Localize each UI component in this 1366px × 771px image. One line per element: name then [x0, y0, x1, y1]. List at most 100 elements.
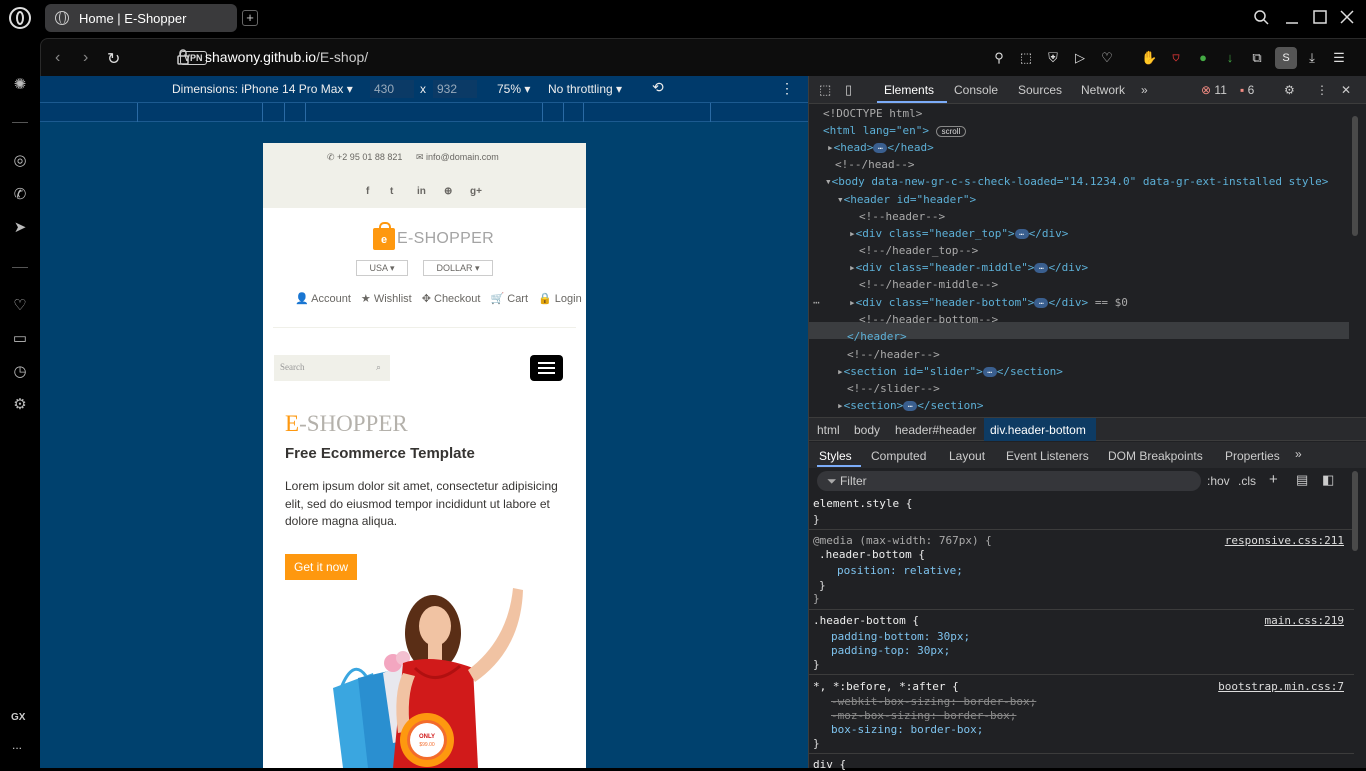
inspect-element-icon[interactable]: ⬚	[819, 82, 831, 98]
tab-sources[interactable]: Sources	[1018, 83, 1062, 97]
minimize-icon[interactable]	[1285, 9, 1299, 30]
twitter-icon[interactable]: t	[390, 186, 393, 197]
emulated-page[interactable]: ✆ +2 95 01 88 821 ✉ info@domain.com f t …	[263, 143, 586, 768]
telegram-icon[interactable]: ➤	[11, 219, 29, 237]
styles-scrollbar[interactable]	[1352, 471, 1358, 551]
snapshot-icon[interactable]: ⬚	[1018, 50, 1034, 66]
rule-source-link[interactable]: responsive.css:211	[1225, 534, 1344, 547]
wallet-icon[interactable]: ▭	[11, 330, 29, 348]
rule-element-style[interactable]: element.style { }	[809, 494, 1354, 530]
breadcrumb-body[interactable]: body	[854, 423, 880, 437]
more-tabs-icon[interactable]: »	[1295, 447, 1302, 461]
computed-styles-icon[interactable]: ▤	[1296, 472, 1308, 488]
settings-icon[interactable]: ⚙	[1284, 83, 1295, 97]
rule-universal[interactable]: *, *:before, *:after { bootstrap.min.css…	[809, 675, 1354, 754]
dom-header[interactable]: ▾<header id="header">	[837, 193, 976, 206]
dom-div-header-middle[interactable]: ▸<div class="header-middle">… </div>	[849, 261, 1088, 274]
styles-filter-input[interactable]: ⏷ Filter	[817, 471, 1201, 491]
dom-body[interactable]: ▾<body data-new-gr-c-s-check-loaded="14.…	[825, 175, 1328, 188]
hov-toggle[interactable]: :hov	[1207, 474, 1230, 488]
currency-unit-dropdown[interactable]: DOLLAR ▾	[423, 260, 493, 276]
account-link[interactable]: 👤 Account	[295, 292, 351, 305]
extension-globe-icon[interactable]: ●	[1195, 50, 1211, 66]
dom-comment[interactable]: <!--/header-middle-->	[859, 278, 998, 291]
cls-toggle[interactable]: .cls	[1238, 474, 1256, 488]
zoom-dropdown[interactable]: 75% ▾	[497, 82, 530, 96]
download-icon[interactable]: ⤓	[1304, 50, 1320, 66]
get-it-now-button[interactable]: Get it now	[285, 554, 357, 580]
browser-tab[interactable]: Home | E-Shopper	[45, 4, 237, 32]
tab-properties[interactable]: Properties	[1225, 449, 1280, 463]
tab-dom-breakpoints[interactable]: DOM Breakpoints	[1108, 449, 1203, 463]
rule-header-bottom[interactable]: .header-bottom { main.css:219 padding-bo…	[809, 610, 1354, 675]
device-toggle-icon[interactable]: ▯	[845, 82, 852, 98]
dom-comment[interactable]: <!--/header-bottom-->	[859, 313, 998, 326]
rule-property[interactable]: position: relative;	[837, 564, 963, 577]
play-icon[interactable]: ▷	[1072, 50, 1088, 66]
history-icon[interactable]: ◷	[11, 363, 29, 381]
tab-styles[interactable]: Styles	[819, 449, 852, 463]
reload-icon[interactable]: ↻	[107, 49, 120, 69]
sidebar-toggle-icon[interactable]: ◧	[1322, 472, 1334, 488]
dom-doctype[interactable]: <!DOCTYPE html>	[823, 107, 922, 120]
cart-link[interactable]: 🛒 Cart	[490, 292, 528, 305]
tab-elements[interactable]: Elements	[884, 83, 934, 97]
styles-pane[interactable]: element.style { } @media (max-width: 767…	[809, 494, 1354, 771]
dom-tree[interactable]: <!DOCTYPE html> <html lang="en"> scroll …	[809, 104, 1349, 417]
rule-property[interactable]: padding-top: 30px;	[831, 644, 950, 657]
breadcrumb-html[interactable]: html	[817, 423, 840, 437]
device-width-input[interactable]: 430	[370, 80, 414, 98]
close-devtools-icon[interactable]: ✕	[1341, 83, 1351, 97]
rule-property-invalid[interactable]: -moz-box-sizing: border-box;	[831, 709, 1016, 722]
warning-counter[interactable]: ▪ 6	[1240, 83, 1254, 97]
maximize-icon[interactable]	[1313, 9, 1327, 30]
extension-hand-icon[interactable]: ✋	[1141, 50, 1157, 66]
phone-contact[interactable]: ✆ +2 95 01 88 821	[327, 152, 402, 163]
shield-icon[interactable]: ⛨	[1045, 50, 1061, 66]
close-icon[interactable]	[1340, 9, 1354, 30]
rule-property[interactable]: box-sizing: border-box;	[831, 723, 983, 736]
rule-media-header-bottom[interactable]: @media (max-width: 767px) { responsive.c…	[809, 530, 1354, 610]
forward-icon[interactable]: ›	[83, 49, 88, 67]
dribbble-icon[interactable]: ⊕	[444, 186, 452, 197]
dom-row-menu-icon[interactable]: ⋯	[813, 296, 820, 309]
tab-console[interactable]: Console	[954, 83, 998, 97]
dom-div-header-bottom[interactable]: ▸<div class="header-bottom">… </div> == $…	[849, 296, 1128, 309]
url-field[interactable]: shawony.github.io/E-shop/	[205, 49, 368, 65]
dom-comment[interactable]: <!--/header-->	[847, 348, 940, 361]
rule-source-link[interactable]: main.css:219	[1265, 614, 1344, 627]
dom-comment[interactable]: <!--/head-->	[835, 158, 914, 171]
search-icon[interactable]: ⌕	[376, 362, 381, 373]
dom-comment[interactable]: <!--header-->	[859, 210, 945, 223]
device-dimensions-dropdown[interactable]: Dimensions: iPhone 14 Pro Max ▾	[172, 82, 353, 96]
ublock-icon[interactable]: ⛉	[1168, 50, 1184, 66]
easy-setup-icon[interactable]: ☰	[1331, 50, 1347, 66]
extensions-icon[interactable]: ⧉	[1249, 50, 1265, 66]
whatsapp-icon[interactable]: ✆	[11, 186, 29, 204]
dom-div-header-top[interactable]: ▸<div class="header_top">… </div>	[849, 227, 1068, 240]
rule-source-link[interactable]: bootstrap.min.css:7	[1218, 680, 1344, 693]
throttling-dropdown[interactable]: No throttling ▾	[548, 82, 622, 96]
email-contact[interactable]: ✉ info@domain.com	[416, 152, 499, 163]
site-logo[interactable]: e E-SHOPPER	[373, 222, 494, 253]
tab-layout[interactable]: Layout	[949, 449, 985, 463]
pin-icon[interactable]: ⚲	[991, 50, 1007, 66]
dom-header-close[interactable]: </header>	[847, 330, 907, 343]
back-icon[interactable]: ‹	[55, 49, 60, 67]
facebook-icon[interactable]: f	[366, 186, 369, 197]
tab-network[interactable]: Network	[1081, 83, 1125, 97]
extension-arrow-icon[interactable]: ↓	[1222, 50, 1238, 66]
menu-toggle-button[interactable]	[530, 355, 563, 381]
opera-logo-icon[interactable]	[9, 7, 31, 29]
new-rule-icon[interactable]: +	[1269, 471, 1278, 488]
new-tab-button[interactable]: +	[242, 10, 258, 26]
dom-section[interactable]: ▸<section>… </section>	[837, 399, 983, 412]
more-options-icon[interactable]: ⋮	[780, 80, 794, 97]
dom-scrollbar[interactable]	[1352, 116, 1358, 236]
dom-section-slider[interactable]: ▸<section id="slider">… </section>	[837, 365, 1063, 378]
profile-avatar[interactable]: S	[1275, 47, 1297, 69]
messenger-icon[interactable]: ◎	[11, 152, 29, 170]
heart-icon[interactable]: ♡	[1099, 50, 1115, 66]
rule-selector[interactable]: div {	[813, 758, 846, 771]
chatgpt-icon[interactable]: ✺	[11, 76, 29, 94]
